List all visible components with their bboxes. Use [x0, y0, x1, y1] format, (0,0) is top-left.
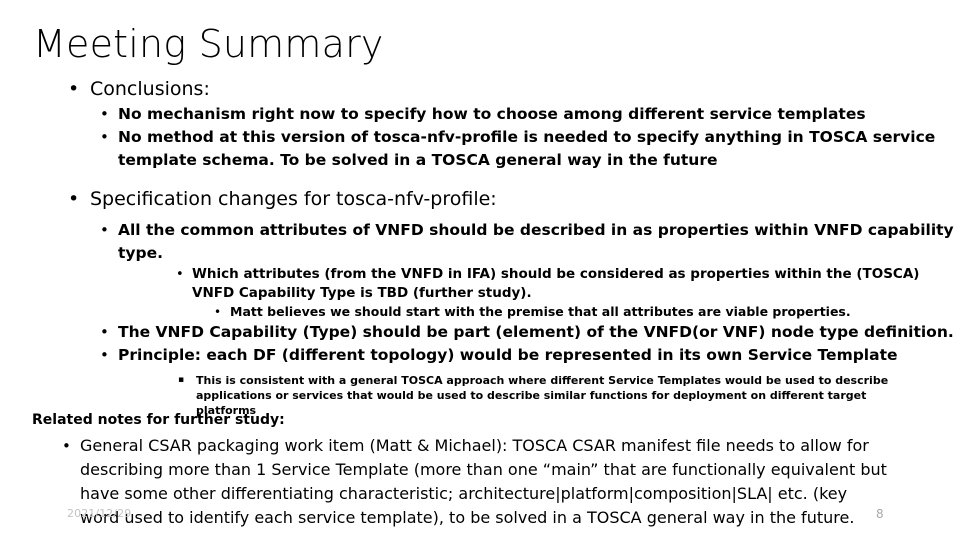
list-item-text: Matt believes we should start with the p…: [230, 304, 851, 319]
list-item-text: All the common attributes of VNFD should…: [118, 221, 954, 262]
list-item-text: General CSAR packaging work item (Matt &…: [80, 436, 887, 527]
list-item: • General CSAR packaging work item (Matt…: [0, 434, 960, 530]
bullet-marker-icon: •: [176, 267, 184, 282]
page-title: Meeting Summary: [33, 22, 384, 66]
list-item: • Conclusions:: [0, 76, 960, 102]
list-item: • No mechanism right now to specify how …: [0, 103, 960, 126]
bullet-marker-icon: •: [100, 323, 109, 341]
bullet-list-level-2: • The VNFD Capability (Type) should be p…: [0, 321, 960, 367]
bullet-marker-icon: •: [100, 221, 109, 239]
slide-body: • Conclusions: • No mechanism right now …: [0, 76, 960, 418]
bullet-marker-icon: •: [100, 128, 109, 146]
bullet-list-level-2: • No mechanism right now to specify how …: [0, 103, 960, 172]
list-item: • All the common attributes of VNFD shou…: [0, 219, 960, 265]
list-item-text: Specification changes for tosca-nfv-prof…: [90, 188, 497, 210]
list-item-text: The VNFD Capability (Type) should be par…: [118, 323, 954, 341]
bullet-marker-icon: •: [100, 346, 109, 364]
list-item: • Which attributes (from the VNFD in IFA…: [0, 265, 960, 303]
footer-date: 2021/12/29: [67, 507, 132, 520]
bullet-marker-icon: •: [100, 105, 109, 123]
list-item: • The VNFD Capability (Type) should be p…: [0, 321, 960, 344]
list-item: • Principle: each DF (different topology…: [0, 344, 960, 367]
bullet-list-level-1: • Specification changes for tosca-nfv-pr…: [0, 186, 960, 212]
list-item-text: Which attributes (from the VNFD in IFA) …: [192, 266, 920, 301]
bullet-list-level-2: • All the common attributes of VNFD shou…: [0, 219, 960, 265]
bullet-list-level-4: • Matt believes we should start with the…: [0, 303, 960, 321]
related-notes-list: • General CSAR packaging work item (Matt…: [0, 434, 960, 530]
footer-page-number: 8: [876, 507, 884, 521]
list-item-text: Conclusions:: [90, 78, 210, 100]
bullet-marker-icon: •: [68, 188, 80, 210]
slide: Meeting Summary • Conclusions: • No mech…: [0, 0, 960, 540]
list-item: • Specification changes for tosca-nfv-pr…: [0, 186, 960, 212]
list-item-text: No method at this version of tosca-nfv-p…: [118, 128, 936, 169]
list-item-text: This is consistent with a general TOSCA …: [196, 374, 889, 417]
bullet-list-level-1: • Conclusions:: [0, 76, 960, 102]
list-item-text: Principle: each DF (different topology) …: [118, 346, 898, 364]
list-item: • Matt believes we should start with the…: [0, 303, 960, 321]
bullet-marker-icon: ▪: [178, 375, 185, 385]
bullet-marker-icon: •: [214, 305, 222, 319]
bullet-marker-icon: •: [62, 437, 71, 455]
bullet-list-level-3: • Which attributes (from the VNFD in IFA…: [0, 265, 960, 303]
bullet-marker-icon: •: [68, 78, 80, 100]
list-item: • No method at this version of tosca-nfv…: [0, 126, 960, 172]
list-item-text: No mechanism right now to specify how to…: [118, 105, 866, 123]
related-notes-heading: Related notes for further study:: [32, 412, 285, 428]
